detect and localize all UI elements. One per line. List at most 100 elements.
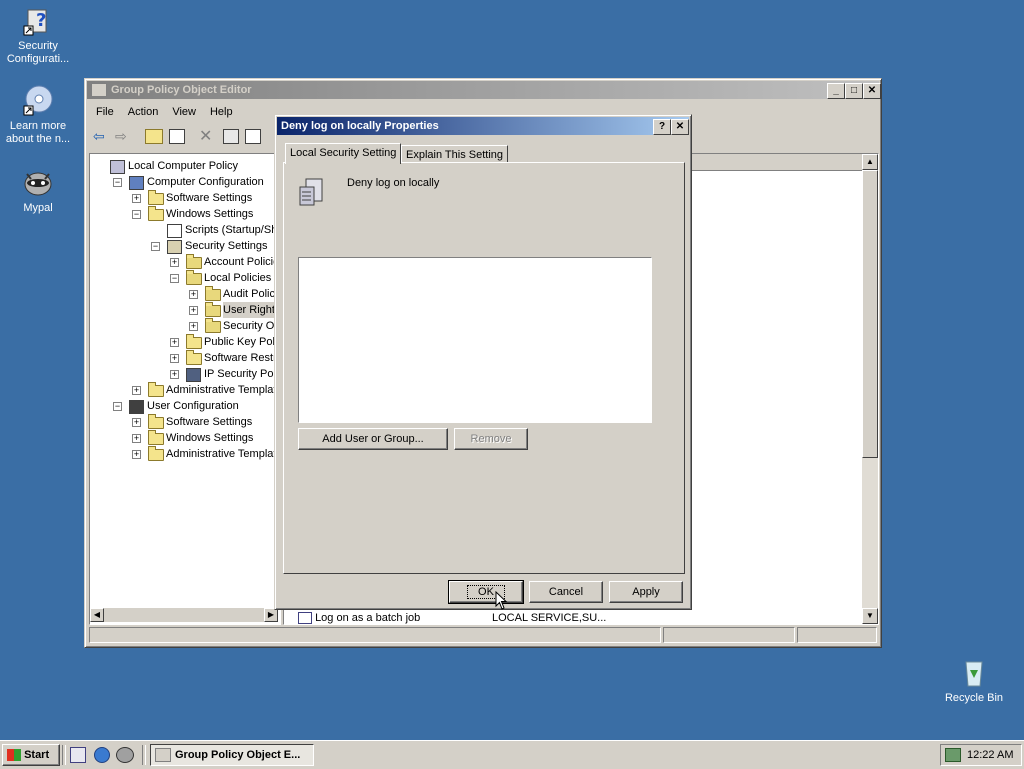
policy-setting: LOCAL SERVICE,SU... — [492, 612, 607, 624]
expand-icon[interactable]: + — [189, 322, 198, 331]
tree-item-public-key-policies[interactable]: + Public Key Policies — [90, 334, 280, 350]
browser-icon[interactable] — [94, 747, 110, 763]
dialog-close-button[interactable]: ✕ — [671, 119, 689, 135]
tree-item-security-options[interactable]: + Security Optic — [90, 318, 280, 334]
remove-button-label: Remove — [470, 433, 512, 445]
minimize-button[interactable]: _ — [827, 83, 845, 99]
expand-icon[interactable]: + — [132, 194, 141, 203]
mypal-quicklaunch-icon[interactable] — [116, 747, 134, 763]
task-label: Group Policy Object E... — [175, 749, 301, 761]
taskbar-task-gpo[interactable]: Group Policy Object E... — [150, 744, 314, 766]
remove-button[interactable]: Remove — [454, 428, 528, 450]
tab-label: Explain This Setting — [406, 149, 504, 161]
users-groups-list[interactable] — [298, 257, 652, 423]
tree-item-user-windows-settings[interactable]: + Windows Settings — [90, 430, 280, 446]
collapse-icon[interactable]: − — [113, 402, 122, 411]
expand-icon[interactable]: + — [189, 290, 198, 299]
properties-icon[interactable] — [223, 129, 239, 144]
tab-explain-this-setting[interactable]: Explain This Setting — [401, 145, 509, 163]
add-user-or-group-button[interactable]: Add User or Group... — [298, 428, 448, 450]
menu-action[interactable]: Action — [121, 103, 166, 121]
delete-icon[interactable]: ✕ — [199, 126, 212, 146]
expand-icon[interactable]: + — [170, 258, 179, 267]
show-desktop-icon[interactable] — [70, 747, 86, 763]
scroll-down-arrow[interactable]: ▼ — [862, 608, 878, 624]
menu-view[interactable]: View — [165, 103, 203, 121]
clock[interactable]: 12:22 AM — [967, 745, 1013, 765]
tree-item-user-configuration[interactable]: − User Configuration — [90, 398, 280, 414]
expand-icon[interactable]: + — [170, 338, 179, 347]
taskbar: Start Group Policy Object E... 12:22 AM — [0, 740, 1024, 769]
ok-button[interactable]: OK — [448, 580, 524, 604]
tree-item-ip-security-policies[interactable]: + IP Security Policie — [90, 366, 280, 382]
desktop-icon-label: Mypal — [23, 202, 53, 214]
show-hide-tree-icon[interactable] — [169, 129, 185, 144]
expand-icon[interactable]: + — [170, 370, 179, 379]
expand-icon[interactable]: + — [132, 386, 141, 395]
tree-horizontal-scrollbar[interactable]: ◀ ▶ — [90, 608, 278, 622]
export-list-icon[interactable] — [245, 129, 261, 144]
tree-item-local-computer-policy[interactable]: Local Computer Policy — [90, 158, 280, 174]
close-button[interactable]: ✕ — [863, 83, 881, 99]
dialog-titlebar[interactable]: Deny log on locally Properties — [277, 117, 689, 135]
menu-file-label: File — [96, 106, 114, 118]
up-folder-icon[interactable] — [145, 129, 163, 144]
collapse-icon[interactable]: − — [132, 210, 141, 219]
list-row-partial[interactable]: Log on as a batch job — [298, 612, 420, 624]
scroll-thumb[interactable] — [862, 170, 878, 458]
scroll-left-arrow[interactable]: ◀ — [90, 608, 104, 622]
forward-arrow-icon[interactable]: ⇨ — [115, 128, 127, 145]
tree-item-security-settings[interactable]: − Security Settings — [90, 238, 280, 254]
tree-item-local-policies[interactable]: − Local Policies — [90, 270, 280, 286]
maximize-button[interactable]: □ — [845, 83, 863, 99]
menu-help[interactable]: Help — [203, 103, 240, 121]
properties-dialog: Deny log on locally Properties ? ✕ Local… — [274, 114, 692, 610]
desktop-icon-label: Recycle Bin — [944, 692, 1004, 704]
tree-item-label: Software Settings — [166, 192, 253, 204]
tree-item-administrative-templates[interactable]: + Administrative Templates — [90, 382, 280, 398]
tree-item-user-administrative-templates[interactable]: + Administrative Templates — [90, 446, 280, 462]
expand-icon[interactable]: + — [170, 354, 179, 363]
gpo-titlebar[interactable]: Group Policy Object Editor — [87, 81, 879, 99]
expand-icon[interactable]: + — [189, 306, 198, 315]
details-vertical-scrollbar[interactable]: ▲ ▼ — [862, 154, 878, 624]
cancel-button[interactable]: Cancel — [529, 581, 603, 603]
desktop-icon-recycle-bin[interactable]: Recycle Bin — [934, 656, 1014, 705]
tab-local-security-setting[interactable]: Local Security Setting — [285, 143, 402, 164]
tree-item-software-restriction[interactable]: + Software Restrict — [90, 350, 280, 366]
menu-help-label: Help — [209, 106, 233, 118]
collapse-icon[interactable]: − — [113, 178, 122, 187]
expand-icon[interactable]: + — [132, 418, 141, 427]
menu-file[interactable]: File — [89, 103, 121, 121]
desktop-icon-security-config[interactable]: ? Security Configurati... — [0, 4, 78, 66]
collapse-icon[interactable]: − — [170, 274, 179, 283]
expand-icon[interactable]: + — [132, 450, 141, 459]
start-button[interactable]: Start — [2, 744, 60, 766]
desktop-icon-label: Security Configurati... — [6, 40, 70, 65]
mypal-raccoon-icon — [22, 166, 54, 198]
desktop-icon-mypal[interactable]: Mypal — [0, 166, 78, 215]
tree-item-computer-configuration[interactable]: − Computer Configuration — [90, 174, 280, 190]
policy-icon — [110, 160, 125, 174]
help-button[interactable]: ? — [653, 119, 671, 135]
collapse-icon[interactable]: − — [151, 242, 160, 251]
tree-item-user-rights-assignment[interactable]: + User Rights A — [90, 302, 280, 318]
back-arrow-icon[interactable]: ⇦ — [93, 128, 105, 145]
tree-item-software-settings[interactable]: + Software Settings — [90, 190, 280, 206]
add-button-label: Add User or Group... — [322, 433, 424, 445]
expand-icon[interactable]: + — [132, 434, 141, 443]
setting-name: Deny log on locally — [347, 177, 440, 189]
tree-item-user-software-settings[interactable]: + Software Settings — [90, 414, 280, 430]
tree-item-scripts[interactable]: Scripts (Startup/Shutd — [90, 222, 280, 238]
tab-page: Deny log on locally Add User or Group...… — [283, 162, 685, 574]
network-tray-icon[interactable] — [945, 748, 961, 762]
scroll-up-arrow[interactable]: ▲ — [862, 154, 878, 170]
toolbar: ⇦ ⇨ ✕ — [89, 125, 279, 147]
apply-button[interactable]: Apply — [609, 581, 683, 603]
tree-item-audit-policy[interactable]: + Audit Policy — [90, 286, 280, 302]
tree-item-windows-settings[interactable]: − Windows Settings — [90, 206, 280, 222]
secure-folder-icon — [186, 254, 202, 269]
desktop-icon-learn-more[interactable]: Learn more about the n... — [0, 84, 78, 146]
tree-item-account-policies[interactable]: + Account Policies — [90, 254, 280, 270]
scroll-right-arrow[interactable]: ▶ — [264, 608, 278, 622]
